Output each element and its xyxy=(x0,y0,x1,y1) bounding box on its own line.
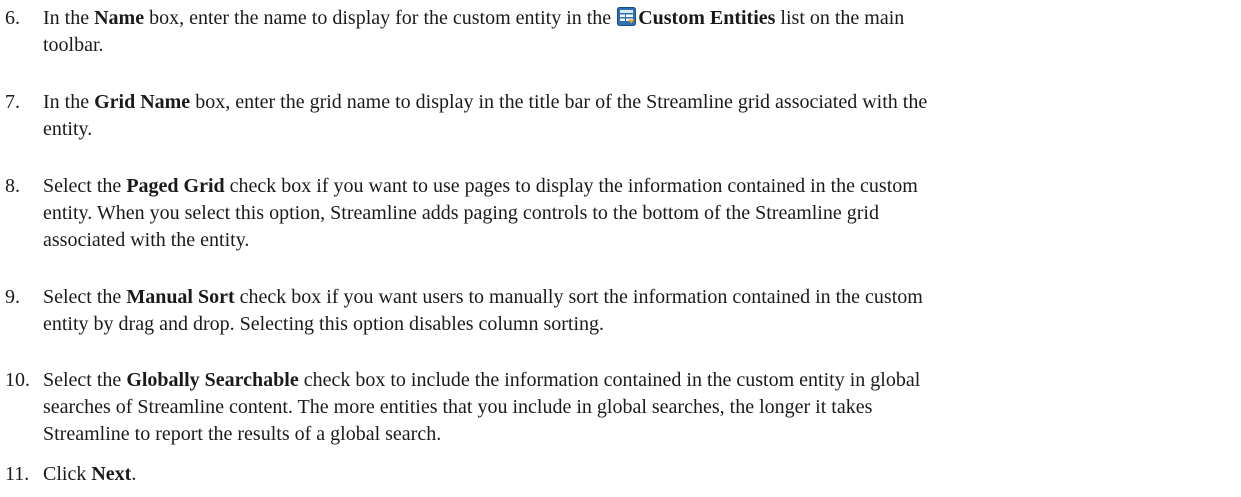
step-line: Streamline to report the results of a gl… xyxy=(43,423,442,445)
step-line: entity by drag and drop. Selecting this … xyxy=(43,313,605,335)
step-number: 7. xyxy=(5,91,20,113)
ui-term-grid-name: Grid Name xyxy=(94,91,191,113)
step-text-part: Select the xyxy=(43,175,127,197)
step-number: 10. xyxy=(5,369,30,391)
step-line: associated with the entity. xyxy=(43,229,250,251)
step-text: Select the Globally Searchable check box… xyxy=(43,367,1228,448)
step-line: entity. xyxy=(43,118,93,140)
step-text: In the Name box, enter the name to displ… xyxy=(43,5,1228,59)
ui-term-globally-searchable: Globally Searchable xyxy=(126,369,299,391)
step-number: 8. xyxy=(5,175,20,197)
step-text: In the Grid Name box, enter the grid nam… xyxy=(43,89,1228,143)
step-line: toolbar. xyxy=(43,34,104,56)
ui-term-custom-entities: Custom Entities xyxy=(638,7,776,29)
step-line: entity. When you select this option, Str… xyxy=(43,202,879,224)
step-line: Select the Paged Grid check box if you w… xyxy=(43,173,1228,200)
step-text-part: box, enter the name to display for the c… xyxy=(144,7,617,29)
step-line: Click Next. xyxy=(43,461,1228,488)
step-text-part: In the xyxy=(43,91,95,113)
step-number: 6. xyxy=(5,7,20,29)
step-text: Select the Paged Grid check box if you w… xyxy=(43,173,1228,254)
ui-term-manual-sort: Manual Sort xyxy=(126,286,235,308)
step-text-part: check box if you want users to manually … xyxy=(234,286,923,308)
step-text-part: check box to include the information con… xyxy=(298,369,921,391)
step-number: 11. xyxy=(5,463,30,485)
step-number: 9. xyxy=(5,286,20,308)
step-text: Select the Manual Sort check box if you … xyxy=(43,284,1228,338)
step-text-part: . xyxy=(131,463,137,485)
step-line: In the Name box, enter the name to displ… xyxy=(43,5,1228,32)
step-line: In the Grid Name box, enter the grid nam… xyxy=(43,89,1228,116)
step-text-part: box, enter the grid name to display in t… xyxy=(190,91,928,113)
step-line: Select the Manual Sort check box if you … xyxy=(43,284,1228,311)
ui-term-name: Name xyxy=(94,7,145,29)
step-text-part: Select the xyxy=(43,286,127,308)
step-text-part: In the xyxy=(43,7,95,29)
step-text-part: Click xyxy=(43,463,92,485)
ui-term-paged-grid: Paged Grid xyxy=(126,175,225,197)
step-line: Select the Globally Searchable check box… xyxy=(43,367,1228,394)
step-text-part: Select the xyxy=(43,369,127,391)
step-text: Click Next. xyxy=(43,461,1228,488)
step-line: searches of Streamline content. The more… xyxy=(43,396,873,418)
ui-term-next: Next xyxy=(91,463,132,485)
step-text-part: list on the main xyxy=(775,7,905,29)
custom-entities-icon xyxy=(617,7,637,26)
step-text-part: check box if you want to use pages to di… xyxy=(224,175,918,197)
